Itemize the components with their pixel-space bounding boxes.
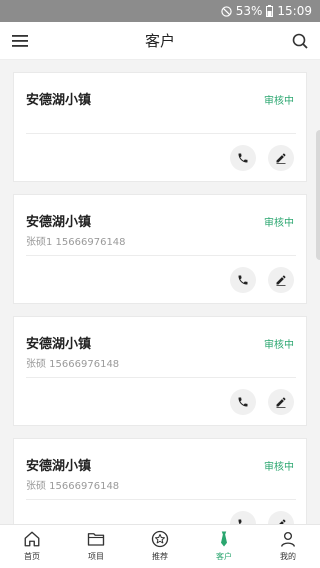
scroll-edge	[316, 130, 320, 260]
clock: 15:09	[277, 4, 312, 18]
bottom-tab-bar: 首页 项目 推荐 客户 我的	[0, 524, 320, 568]
edit-button[interactable]	[268, 145, 294, 171]
folder-icon	[87, 533, 105, 546]
customer-name: 安德湖小镇	[26, 459, 92, 474]
customer-contact: 张硕1 15666976148	[26, 237, 126, 248]
status-badge: 审核中	[264, 218, 294, 229]
phone-icon	[238, 153, 248, 163]
call-button[interactable]	[230, 511, 256, 524]
search-icon[interactable]	[290, 31, 310, 51]
battery-percent: 53%	[235, 4, 263, 18]
divider	[26, 255, 296, 256]
status-badge: 审核中	[264, 340, 294, 351]
customer-card[interactable]: 安德湖小镇 审核中	[13, 72, 307, 182]
star-icon	[151, 530, 169, 548]
customer-name: 安德湖小镇	[26, 337, 92, 352]
edit-button[interactable]	[268, 389, 294, 415]
person-icon	[280, 531, 296, 547]
pencil-icon	[276, 153, 286, 164]
tie-icon	[221, 531, 227, 547]
customer-contact: 张硕 15666976148	[26, 481, 120, 492]
app-header: 客户	[0, 22, 320, 60]
status-badge: 审核中	[264, 96, 294, 107]
tab-label: 首页	[24, 552, 40, 561]
pencil-icon	[276, 275, 286, 286]
edit-button[interactable]	[268, 511, 294, 524]
divider	[26, 133, 296, 134]
phone-icon	[238, 397, 248, 407]
pencil-icon	[276, 397, 286, 408]
dnd-icon	[221, 5, 232, 17]
tab-customers[interactable]: 客户	[192, 525, 256, 568]
tab-mine[interactable]: 我的	[256, 525, 320, 568]
tab-label: 客户	[216, 552, 232, 561]
call-button[interactable]	[230, 389, 256, 415]
customer-card[interactable]: 安德湖小镇 审核中 张硕1 15666976148	[13, 194, 307, 304]
status-bar: 53% 15:09	[0, 0, 320, 22]
customer-contact: 张硕 15666976148	[26, 359, 120, 370]
menu-icon[interactable]	[10, 31, 30, 51]
customer-list[interactable]: 安德湖小镇 审核中 安德湖小镇 审核中 张硕1 15666976148 安德湖小…	[0, 60, 320, 524]
tab-home[interactable]: 首页	[0, 525, 64, 568]
home-icon	[24, 531, 40, 547]
call-button[interactable]	[230, 267, 256, 293]
phone-icon	[238, 275, 248, 285]
battery-icon	[266, 5, 274, 17]
customer-name: 安德湖小镇	[26, 93, 92, 108]
divider	[26, 377, 296, 378]
page-title: 客户	[144, 32, 175, 50]
status-badge: 审核中	[264, 462, 294, 473]
customer-card[interactable]: 安德湖小镇 审核中 张硕 15666976148	[13, 438, 307, 524]
tab-label: 项目	[88, 552, 104, 561]
edit-button[interactable]	[268, 267, 294, 293]
call-button[interactable]	[230, 145, 256, 171]
tab-recommend[interactable]: 推荐	[128, 525, 192, 568]
customer-card[interactable]: 安德湖小镇 审核中 张硕 15666976148	[13, 316, 307, 426]
tab-projects[interactable]: 项目	[64, 525, 128, 568]
divider	[26, 499, 296, 500]
customer-name: 安德湖小镇	[26, 215, 92, 230]
tab-label: 推荐	[152, 552, 168, 561]
tab-label: 我的	[280, 552, 296, 561]
